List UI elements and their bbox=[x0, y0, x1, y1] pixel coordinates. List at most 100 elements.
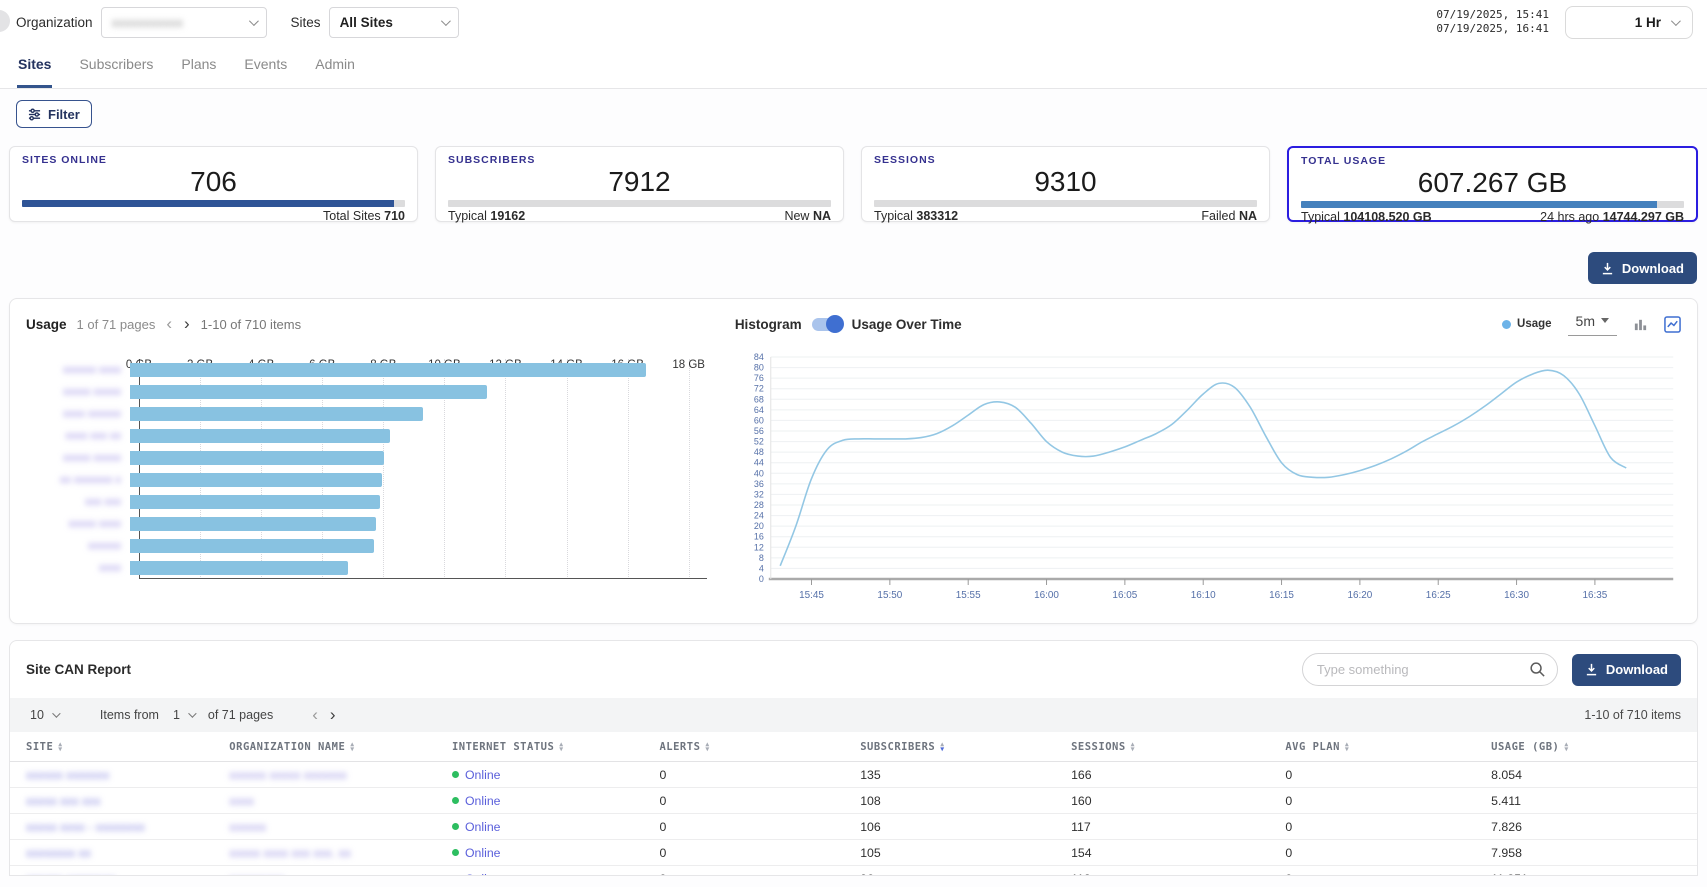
legend-label: Usage bbox=[1517, 318, 1552, 330]
prev-page-icon[interactable]: ‹ bbox=[311, 708, 319, 722]
usage-bar[interactable] bbox=[130, 539, 374, 553]
search-icon[interactable] bbox=[1529, 661, 1546, 683]
x-axis-tick-label: 16:00 bbox=[1034, 590, 1059, 601]
status-link[interactable]: Online bbox=[452, 820, 501, 834]
legend-dot-icon bbox=[1502, 320, 1511, 329]
page-number-value: 1 bbox=[173, 708, 180, 722]
filter-button[interactable]: Filter bbox=[16, 100, 92, 128]
usage-bar[interactable] bbox=[130, 451, 384, 465]
usage-over-time-chart: 0481216202428323640444852566064687276808… bbox=[735, 347, 1681, 605]
download-button[interactable]: Download bbox=[1588, 252, 1697, 284]
tab-events[interactable]: Events bbox=[243, 56, 288, 88]
sites-select[interactable]: All Sites bbox=[329, 7, 459, 38]
bar-site-label[interactable]: xxxx xxxxxx bbox=[26, 408, 130, 420]
download-icon bbox=[1601, 262, 1614, 275]
column-header-alerts[interactable]: ALERTS▲▼ bbox=[659, 732, 860, 762]
usage-bar[interactable] bbox=[130, 473, 382, 487]
bar-site-label[interactable]: xxxxxx xxxx bbox=[26, 364, 130, 376]
y-axis-tick-label: 28 bbox=[754, 500, 764, 510]
site-link[interactable]: xxxxxx xxxxxxx bbox=[26, 768, 109, 782]
sort-icon[interactable]: ▲▼ bbox=[1345, 742, 1349, 753]
usage-bar[interactable] bbox=[130, 495, 380, 509]
bar-chart-type-button[interactable] bbox=[1633, 317, 1648, 332]
bar-site-label[interactable]: xxxx bbox=[26, 562, 130, 574]
status-link[interactable]: Online bbox=[452, 846, 501, 860]
chart-mode-toggle[interactable] bbox=[812, 318, 842, 331]
organization-name: xxxxxx bbox=[229, 820, 266, 834]
sort-icon[interactable]: ▲▼ bbox=[559, 742, 563, 753]
card-footer-left: Typical 383312 bbox=[874, 209, 958, 223]
next-page-icon[interactable]: › bbox=[329, 708, 337, 722]
usage-over-time-section: Histogram Usage Over Time Usage 5m bbox=[713, 313, 1681, 615]
column-header-organization-name[interactable]: ORGANIZATION NAME▲▼ bbox=[229, 732, 452, 762]
column-header-internet-status[interactable]: INTERNET STATUS▲▼ bbox=[452, 732, 660, 762]
bar-site-label[interactable]: xxxx xxx xx bbox=[26, 430, 130, 442]
site-link[interactable]: xxxxxx xxxxxxxx bbox=[26, 872, 116, 877]
usage-bar[interactable] bbox=[130, 385, 487, 399]
stat-card-total-usage[interactable]: TOTAL USAGE607.267 GBTypical 104108.520 … bbox=[1287, 146, 1698, 222]
tab-subscribers[interactable]: Subscribers bbox=[78, 56, 154, 88]
time-start: 07/19/2025, 15:41 bbox=[1436, 8, 1549, 22]
tab-admin[interactable]: Admin bbox=[314, 56, 356, 88]
report-pagination: 10 Items from 1 of 71 pages ‹ › 1-10 of … bbox=[10, 698, 1697, 732]
organization-select[interactable]: xxxxxxxxxxx bbox=[101, 7, 267, 38]
bar-row: xx xxxxxxx x bbox=[26, 469, 713, 491]
column-header-subscribers[interactable]: SUBSCRIBERS▲▼ bbox=[860, 732, 1071, 762]
status-link[interactable]: Online bbox=[452, 768, 501, 782]
usage-legend[interactable]: Usage bbox=[1502, 318, 1552, 330]
interval-select[interactable]: 5m bbox=[1568, 313, 1617, 336]
usage-bar[interactable] bbox=[130, 363, 646, 377]
status-link[interactable]: Online bbox=[452, 794, 501, 808]
sort-icon[interactable]: ▲▼ bbox=[705, 742, 709, 753]
chevron-down-icon bbox=[52, 709, 60, 717]
site-link[interactable]: xxxxxxxx xx bbox=[26, 846, 91, 860]
cell-sessions: 166 bbox=[1071, 762, 1285, 788]
y-axis-tick-label: 68 bbox=[754, 394, 764, 404]
next-page-icon[interactable]: › bbox=[183, 317, 191, 331]
bar-row: xxx xxx bbox=[26, 491, 713, 513]
site-link[interactable]: xxxxx xxxx - xxxxxxxx bbox=[26, 820, 145, 834]
bar-site-label[interactable]: xxxxx xxxxx bbox=[26, 452, 130, 464]
bar-site-label[interactable]: xx xxxxxxx x bbox=[26, 474, 130, 486]
usage-bar-chart: 0 GB2 GB4 GB6 GB8 GB10 GB12 GB14 GB16 GB… bbox=[26, 359, 713, 611]
usage-bar[interactable] bbox=[130, 429, 390, 443]
status-link[interactable]: Online bbox=[452, 872, 501, 876]
usage-bar[interactable] bbox=[130, 561, 348, 575]
usage-bar[interactable] bbox=[130, 517, 376, 531]
sort-icon[interactable]: ▲▼ bbox=[1131, 742, 1135, 753]
table-row: xxxxxx xxxxxxxxxxxxx xxxxx xxxxxxxOnline… bbox=[10, 762, 1697, 788]
page-number-select[interactable]: 1 bbox=[169, 708, 198, 722]
time-range-select[interactable]: 1 Hr bbox=[1565, 6, 1693, 39]
cell-organization: xxxxx xxxx xxx xxx. xx bbox=[229, 840, 452, 866]
page-size-select[interactable]: 10 bbox=[26, 708, 62, 722]
sort-icon[interactable]: ▲▼ bbox=[58, 742, 62, 753]
column-header-site[interactable]: SITE▲▼ bbox=[10, 732, 229, 762]
usage-bar[interactable] bbox=[130, 407, 423, 421]
line-chart-type-button[interactable] bbox=[1664, 316, 1681, 333]
x-axis-tick-label: 15:55 bbox=[956, 590, 981, 601]
stat-card-sites-online[interactable]: SITES ONLINE706Total Sites 710 bbox=[9, 146, 418, 222]
table-row: xxxxx xxxx - xxxxxxxxxxxxxxOnline0106117… bbox=[10, 814, 1697, 840]
tab-sites[interactable]: Sites bbox=[17, 56, 52, 88]
tab-plans[interactable]: Plans bbox=[180, 56, 217, 88]
column-header-sessions[interactable]: SESSIONS▲▼ bbox=[1071, 732, 1285, 762]
search-input[interactable] bbox=[1302, 653, 1558, 686]
sort-icon[interactable]: ▲▼ bbox=[1564, 742, 1568, 753]
sort-icon[interactable]: ▲▼ bbox=[940, 742, 944, 753]
site-link[interactable]: xxxxx xxx xxx bbox=[26, 794, 100, 808]
column-header-usage-gb[interactable]: USAGE (GB)▲▼ bbox=[1491, 732, 1697, 762]
stat-card-sessions[interactable]: SESSIONS9310Typical 383312Failed NA bbox=[861, 146, 1270, 222]
stat-card-subscribers[interactable]: SUBSCRIBERS7912Typical 19162New NA bbox=[435, 146, 844, 222]
bar-site-label[interactable]: xxxxx xxxx bbox=[26, 518, 130, 530]
sort-icon[interactable]: ▲▼ bbox=[350, 742, 354, 753]
bar-site-label[interactable]: xxxxxx bbox=[26, 540, 130, 552]
prev-page-icon[interactable]: ‹ bbox=[165, 317, 173, 331]
sidebar-collapse-handle[interactable] bbox=[0, 10, 10, 32]
y-axis-tick-label: 56 bbox=[754, 426, 764, 436]
bar-site-label[interactable]: xxx xxx bbox=[26, 496, 130, 508]
chevron-down-icon bbox=[188, 709, 196, 717]
report-download-button[interactable]: Download bbox=[1572, 654, 1681, 686]
column-header-avg-plan[interactable]: AVG PLAN▲▼ bbox=[1285, 732, 1491, 762]
bar-site-label[interactable]: xxxxx xxxxx bbox=[26, 386, 130, 398]
cell-avg-plan: 0 bbox=[1285, 788, 1491, 814]
